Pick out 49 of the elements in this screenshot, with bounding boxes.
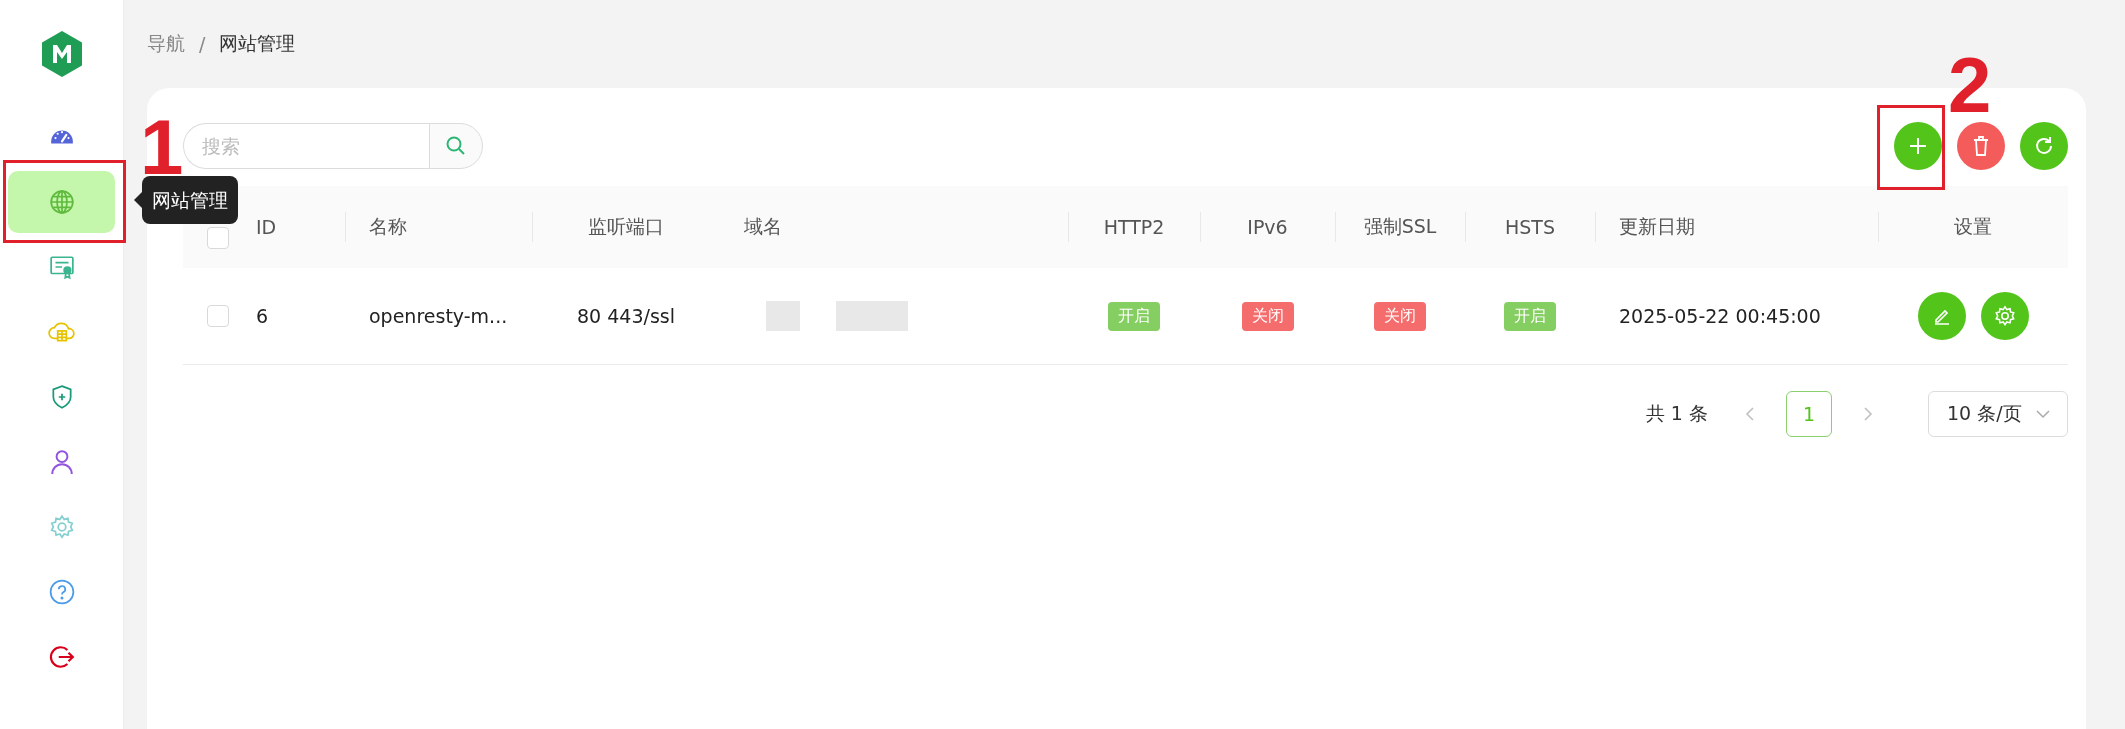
globe-icon	[48, 189, 75, 215]
status-tag: 开启	[1108, 301, 1160, 331]
logout-icon	[48, 644, 75, 670]
column-header: 名称	[369, 214, 407, 239]
plus-icon	[1907, 135, 1929, 157]
user-icon	[49, 449, 74, 475]
column-header: 强制SSL	[1363, 214, 1437, 239]
logo-icon	[39, 30, 84, 78]
table-cell: 2025-05-22 00:45:00	[1619, 305, 1821, 327]
column-header: 域名	[744, 214, 782, 239]
column-header: IPv6	[1247, 216, 1288, 238]
gear-icon	[1993, 305, 2016, 327]
edit-button[interactable]	[1917, 292, 1966, 340]
tooltip-arrow-icon	[134, 192, 142, 208]
search-field[interactable]: 搜索	[183, 123, 429, 169]
breadcrumb-item[interactable]: 导航	[147, 31, 185, 57]
tooltip: 网站管理	[142, 176, 238, 224]
column-header: HSTS	[1505, 216, 1555, 238]
breadcrumb-separator: /	[199, 33, 206, 55]
shield-plus-icon	[49, 384, 74, 410]
settings-icon	[48, 514, 75, 540]
status-tag: 关闭	[1374, 301, 1426, 331]
page-size-select[interactable]: 10 条/页	[1928, 391, 2068, 437]
checkbox[interactable]	[207, 305, 229, 327]
column-header: 设置	[1954, 214, 1992, 239]
delete-button[interactable]	[1957, 122, 2005, 170]
annotation-number: 2	[1948, 46, 1992, 124]
add-button[interactable]	[1894, 122, 1942, 170]
page-button[interactable]: 1	[1786, 391, 1832, 437]
column-header: HTTP2	[1103, 216, 1165, 238]
trash-icon	[1971, 135, 1991, 157]
certificate-icon	[48, 254, 75, 280]
settings-button[interactable]	[1980, 292, 2029, 340]
search-button[interactable]	[429, 123, 483, 169]
help-icon	[48, 579, 75, 605]
total-count: 共 1 条	[1645, 401, 1708, 426]
search-icon	[445, 135, 467, 157]
breadcrumb-item: 网站管理	[219, 31, 296, 56]
status-tag: 关闭	[1241, 301, 1294, 331]
table-cell: openresty-m...	[369, 305, 508, 327]
column-header: ID	[256, 216, 277, 238]
status-tag: 开启	[1504, 301, 1556, 331]
column-header: 监听端口	[588, 214, 664, 239]
refresh-icon	[2033, 135, 2055, 157]
table-cell: 80 443/ssl	[577, 305, 675, 327]
table-cell: 6	[256, 305, 269, 327]
refresh-button[interactable]	[2020, 122, 2068, 170]
column-header: 更新日期	[1619, 214, 1695, 239]
checkbox[interactable]	[207, 227, 229, 249]
